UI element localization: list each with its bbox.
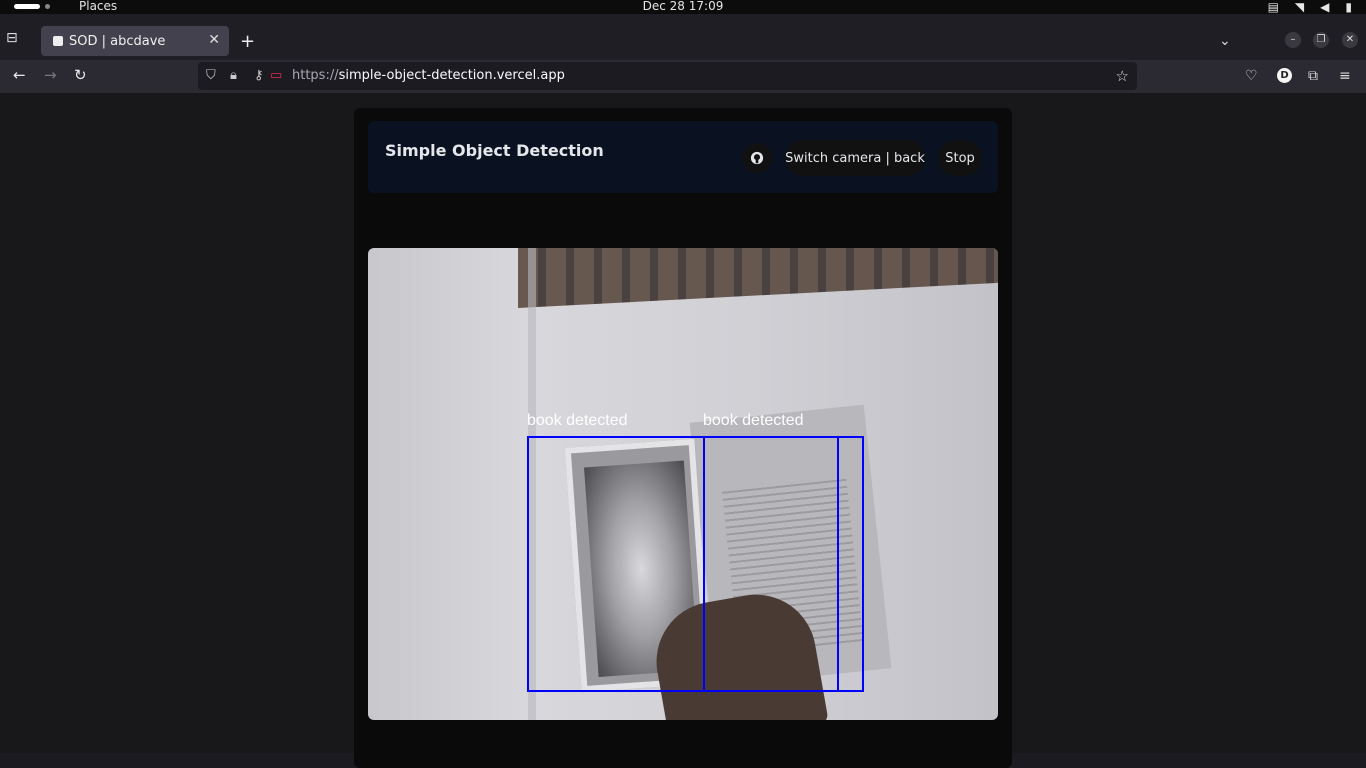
app-card: Simple Object Detection Switch camera | …: [354, 108, 1012, 768]
switch-camera-button[interactable]: Switch camera | back: [785, 140, 925, 176]
page-viewport: Simple Object Detection Switch camera | …: [0, 93, 1366, 768]
list-tabs-icon[interactable]: ⌄: [1219, 33, 1231, 49]
detection-label-2: book detected: [703, 412, 804, 429]
system-tray[interactable]: ▤ ◥ ◀ ▮: [1268, 0, 1352, 14]
account-avatar[interactable]: D: [1277, 68, 1292, 83]
tab-active[interactable]: SOD | abcdave ✕: [41, 26, 229, 56]
lock-icon[interactable]: 🔒︎: [230, 68, 237, 83]
tracking-shield-icon[interactable]: ⛉: [206, 68, 216, 83]
favicon-icon: [53, 36, 63, 46]
clipboard-icon[interactable]: ▤: [1268, 0, 1279, 14]
extensions-icon[interactable]: ⧉: [1308, 68, 1318, 84]
minimize-icon[interactable]: –: [1285, 32, 1301, 48]
navigation-toolbar: ← → ↻ ⛉ 🔒︎ ⚷ ▭ https://simple-object-det…: [0, 60, 1366, 93]
stop-button[interactable]: Stop: [938, 140, 982, 176]
detection-box-2: [703, 436, 864, 692]
close-window-icon[interactable]: ✕: [1342, 32, 1358, 48]
clock[interactable]: Dec 28 17:09: [0, 0, 1366, 13]
firefox-view-icon[interactable]: ⊟: [6, 30, 28, 50]
bookmark-star-icon[interactable]: ☆: [1116, 67, 1129, 85]
camera-feed: book detected book detected: [368, 248, 998, 720]
volume-icon[interactable]: ◀: [1320, 0, 1329, 14]
battery-icon[interactable]: ▮: [1345, 0, 1352, 14]
ceiling-beams: [518, 248, 998, 308]
camera-sharing-icon[interactable]: ▭: [270, 68, 282, 83]
pocket-icon[interactable]: ♡: [1245, 68, 1258, 84]
detection-label-1: book detected: [527, 412, 628, 429]
permissions-icon[interactable]: ⚷: [254, 68, 264, 83]
github-icon[interactable]: [742, 143, 772, 173]
tab-strip: ⊟ SOD | abcdave ✕ + ⌄ – ❐ ✕: [0, 14, 1366, 60]
new-tab-button[interactable]: +: [240, 31, 255, 52]
forward-icon[interactable]: →: [44, 66, 57, 84]
system-top-bar: Places Dec 28 17:09 ▤ ◥ ◀ ▮: [0, 0, 1366, 14]
url-text[interactable]: https://simple-object-detection.vercel.a…: [292, 68, 565, 83]
tab-title: SOD | abcdave: [69, 33, 166, 49]
url-bar[interactable]: ⛉ 🔒︎ ⚷ ▭ https://simple-object-detection…: [198, 62, 1137, 90]
wifi-icon[interactable]: ◥: [1295, 0, 1304, 14]
back-icon[interactable]: ←: [13, 66, 26, 84]
restore-icon[interactable]: ❐: [1313, 32, 1329, 48]
reload-icon[interactable]: ↻: [74, 66, 87, 84]
app-header: Simple Object Detection Switch camera | …: [368, 121, 998, 193]
close-tab-icon[interactable]: ✕: [208, 32, 220, 48]
page-title: Simple Object Detection: [385, 141, 604, 160]
menu-icon[interactable]: ≡: [1339, 68, 1351, 84]
